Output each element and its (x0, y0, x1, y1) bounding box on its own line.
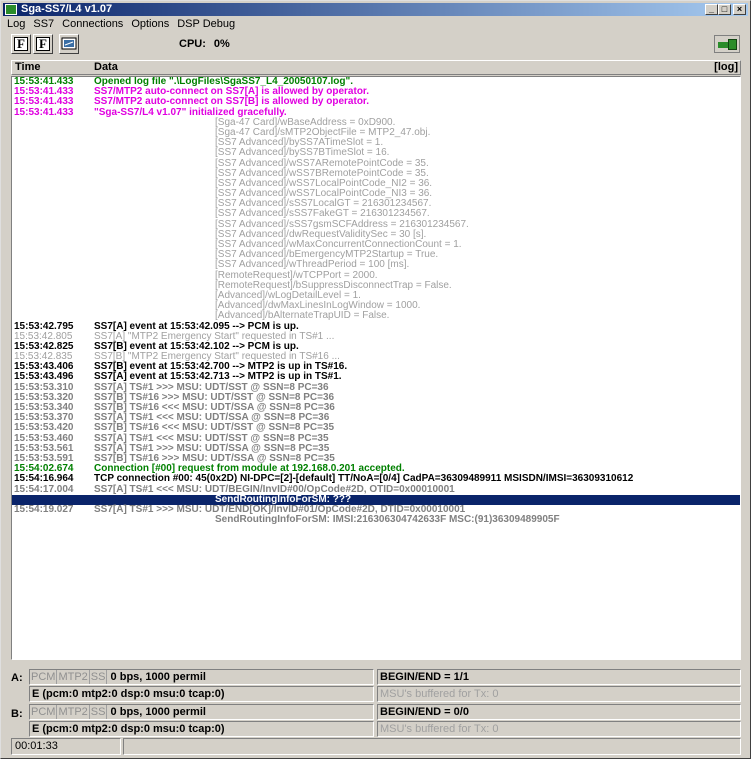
toolbar-button-f1[interactable]: F (11, 34, 31, 54)
menu-connections[interactable]: Connections (58, 17, 127, 31)
status-a-rate-panel: PCM MTP2 SS 0 bps, 1000 permil (29, 669, 374, 685)
status-b-label: B: (11, 708, 23, 720)
mtp2-badge: MTP2 (58, 705, 90, 719)
log-list[interactable]: 15:53:41.433 Opened log file ".\LogFiles\… (11, 76, 741, 660)
status-b-rate-panel: PCM MTP2 SS 0 bps, 1000 permil (29, 704, 374, 720)
log-row[interactable]: [SS7 Advanced]/bySS7BTimeSlot = 16. (12, 148, 740, 158)
status-b-rate: 0 bps, 1000 permil (110, 706, 206, 718)
f-icon: F (14, 37, 28, 51)
toolbar-button-f2[interactable]: F (33, 34, 53, 54)
ss-badge: SS (90, 670, 108, 684)
cpu-value: 0% (213, 38, 230, 50)
monitor-icon (61, 37, 77, 50)
pcm-badge: PCM (31, 670, 58, 684)
pcm-badge: PCM (31, 705, 58, 719)
menu-log[interactable]: Log (3, 17, 29, 31)
column-data[interactable]: Data (94, 61, 118, 74)
toolbar: F F CPU: 0% (3, 32, 748, 58)
column-time[interactable]: Time (15, 61, 40, 74)
log-toggle[interactable]: [log] (714, 61, 738, 74)
log-time: 15:54:16.964 (14, 473, 74, 485)
elapsed-time: 00:01:33 (11, 738, 121, 755)
log-row[interactable]: 15:54:16.964 TCP connection #00: 45(0x2D)… (12, 474, 740, 484)
menu-dsp-debug[interactable]: DSP Debug (173, 17, 239, 31)
status-a-stats: E (pcm:0 mtp2:0 dsp:0 msu:0 tcap:0) (29, 686, 374, 702)
log-time: 15:54:19.027 (14, 503, 74, 515)
menu-ss7[interactable]: SS7 (29, 17, 58, 31)
title-bar[interactable]: Sga-SS7/L4 v1.07 _ □ × (3, 3, 748, 16)
maximize-button[interactable]: □ (718, 4, 731, 15)
log-time: 15:53:41.433 (14, 106, 74, 118)
log-text: [Advanced]/bAlternateTrapUID = False. (215, 310, 390, 322)
main-window: Sga-SS7/L4 v1.07 _ □ × Log SS7 Connectio… (0, 0, 751, 759)
network-status-icon[interactable] (714, 35, 740, 53)
menu-options[interactable]: Options (127, 17, 173, 31)
log-text: [SS7 Advanced]/bySS7BTimeSlot = 16. (215, 147, 390, 159)
log-row[interactable]: [Advanced]/bAlternateTrapUID = False. (12, 311, 740, 321)
toolbar-button-monitor[interactable] (59, 34, 79, 54)
log-row[interactable]: [RemoteRequest]/bSuppressDisconnectTrap … (12, 280, 740, 291)
ss-badge: SS (90, 705, 108, 719)
close-button[interactable]: × (733, 4, 746, 15)
status-a-rate: 0 bps, 1000 permil (110, 671, 206, 683)
log-text: TCP connection #00: 45(0x2D) NI-DPC=[2]-… (94, 473, 634, 485)
log-row[interactable]: 15:54:17.004 SS7[A] TS#1 <<< MSU: UDT/BEG… (12, 483, 740, 495)
cpu-indicator: CPU: 0% (179, 38, 230, 50)
window-title: Sga-SS7/L4 v1.07 (21, 3, 113, 15)
status-b-stats: E (pcm:0 mtp2:0 dsp:0 msu:0 tcap:0) (29, 721, 374, 737)
app-icon (5, 4, 17, 15)
mtp2-badge: MTP2 (58, 670, 90, 684)
menu-bar: Log SS7 Connections Options DSP Debug (3, 17, 239, 31)
log-text: SendRoutingInfoForSM: IMSI:2163063047426… (215, 514, 560, 526)
status-bar-message (123, 738, 741, 755)
log-header: Time Data [log] (11, 60, 741, 75)
log-time: 15:54:17.004 (14, 483, 74, 495)
status-b-buffered: MSU's buffered for Tx: 0 (377, 721, 741, 737)
status-a-buffered: MSU's buffered for Tx: 0 (377, 686, 741, 702)
log-row[interactable]: SendRoutingInfoForSM: IMSI:2163063047426… (12, 514, 740, 526)
minimize-button[interactable]: _ (705, 4, 718, 15)
status-a-label: A: (11, 672, 23, 684)
status-b-begin-end: BEGIN/END = 0/0 (377, 704, 741, 720)
status-a-begin-end: BEGIN/END = 1/1 (377, 669, 741, 685)
window-controls: _ □ × (705, 4, 746, 15)
cpu-label: CPU: (179, 38, 206, 50)
f-icon: F (36, 37, 50, 51)
